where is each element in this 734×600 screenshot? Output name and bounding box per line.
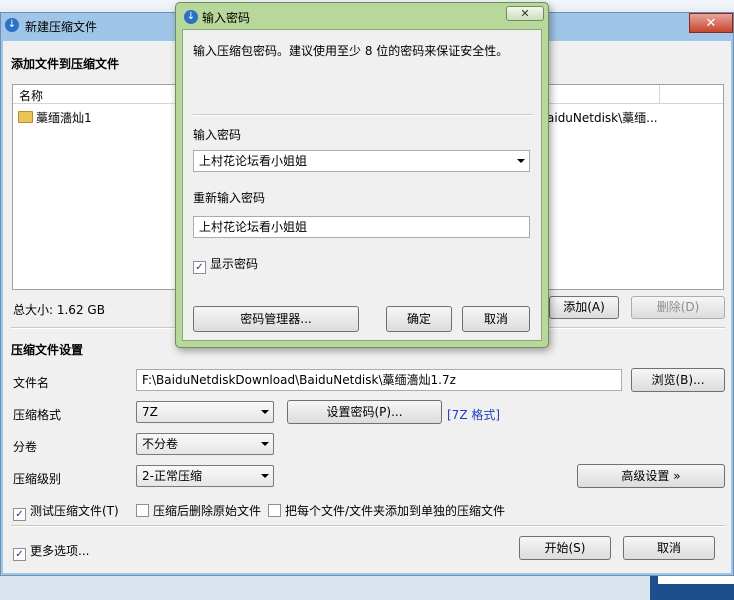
dialog-close-button[interactable]: ✕ (506, 6, 544, 21)
password-value: 上村花论坛看小姐姐 (199, 154, 308, 168)
format-link[interactable]: [7Z 格式] (447, 406, 500, 423)
separate-archives-label: 把每个文件/文件夹添加到单独的压缩文件 (285, 504, 506, 518)
advanced-settings-button[interactable]: 高级设置 » (577, 464, 725, 488)
format-label: 压缩格式 (13, 408, 62, 422)
show-password-label: 显示密码 (210, 257, 259, 271)
column-header-name[interactable]: 名称 (19, 87, 43, 104)
checkbox-box (268, 504, 281, 517)
password-manager-button[interactable]: 密码管理器... (193, 306, 359, 332)
file-name: 藁缅濇灿1 (36, 111, 92, 125)
dialog-cancel-button[interactable]: 取消 (462, 306, 530, 332)
delete-button[interactable]: 删除(D) (631, 296, 725, 319)
level-select-value: 2-正常压缩 (142, 469, 202, 483)
password-label: 输入密码 (193, 128, 242, 142)
file-path: aiduNetdisk\藁缅... (547, 111, 658, 125)
bandizip-app-icon: ↓ (5, 18, 19, 32)
check-icon: ✓ (13, 508, 26, 521)
checkbox-box (136, 504, 149, 517)
confirm-password-field[interactable]: 上村花论坛看小姐姐 (193, 216, 530, 238)
volume-label: 分卷 (13, 440, 38, 454)
archive-settings-title: 压缩文件设置 (11, 343, 84, 357)
volume-select-value: 不分卷 (142, 437, 179, 451)
add-files-section-title: 添加文件到压缩文件 (11, 57, 120, 71)
show-password-checkbox[interactable]: ✓ 显示密码 (193, 255, 258, 274)
main-window-title: 新建压缩文件 (25, 20, 98, 34)
level-label: 压缩级别 (13, 472, 62, 486)
format-select[interactable]: 7Z (136, 401, 274, 423)
folder-icon (18, 111, 33, 123)
more-options-label: 更多选项... (30, 544, 90, 558)
more-options-checkbox[interactable]: ✓ 更多选项... (13, 542, 89, 561)
chevron-down-icon[interactable] (517, 159, 525, 163)
confirm-password-label: 重新输入密码 (193, 191, 266, 205)
check-icon: ✓ (193, 261, 206, 274)
dialog-description: 输入压缩包密码。建议使用至少 8 位的密码来保证安全性。 (193, 44, 509, 58)
chevron-down-icon (261, 442, 269, 446)
password-dialog: ↓ 输入密码 ✕ 输入压缩包密码。建议使用至少 8 位的密码来保证安全性。 输入… (175, 2, 549, 348)
check-icon: ✓ (13, 548, 26, 561)
main-cancel-button[interactable]: 取消 (623, 536, 715, 560)
chevron-down-icon (261, 474, 269, 478)
chevron-down-icon (261, 410, 269, 414)
test-archive-label: 测试压缩文件(T) (30, 504, 119, 518)
total-size-label: 总大小: 1.62 GB (13, 303, 105, 317)
dialog-ok-button[interactable]: 确定 (386, 306, 452, 332)
password-field[interactable]: 上村花论坛看小姐姐 (193, 150, 530, 172)
filename-label: 文件名 (13, 376, 50, 390)
delete-after-label: 压缩后删除原始文件 (153, 504, 262, 518)
main-close-button[interactable]: ✕ (689, 13, 733, 33)
dialog-title: 输入密码 (202, 11, 251, 25)
add-button[interactable]: 添加(A) (549, 296, 619, 319)
dialog-client-area: 输入压缩包密码。建议使用至少 8 位的密码来保证安全性。 输入密码 上村花论坛看… (182, 29, 542, 341)
delete-after-checkbox[interactable]: 压缩后删除原始文件 (136, 502, 261, 519)
separator (193, 114, 533, 116)
format-select-value: 7Z (142, 405, 158, 419)
browse-button[interactable]: 浏览(B)... (631, 368, 725, 392)
bandizip-app-icon: ↓ (184, 10, 198, 24)
volume-select[interactable]: 不分卷 (136, 433, 274, 455)
filename-field[interactable]: F:\BaiduNetdiskDownload\BaiduNetdisk\藁缅濇… (136, 369, 622, 391)
test-archive-checkbox[interactable]: ✓ 测试压缩文件(T) (13, 502, 119, 521)
separator (11, 525, 725, 527)
start-button[interactable]: 开始(S) (519, 536, 611, 560)
file-row[interactable]: 藁缅濇灿1 (18, 109, 92, 126)
separate-archives-checkbox[interactable]: 把每个文件/文件夹添加到单独的压缩文件 (268, 502, 505, 519)
level-select[interactable]: 2-正常压缩 (136, 465, 274, 487)
set-password-button[interactable]: 设置密码(P)... (287, 400, 442, 424)
